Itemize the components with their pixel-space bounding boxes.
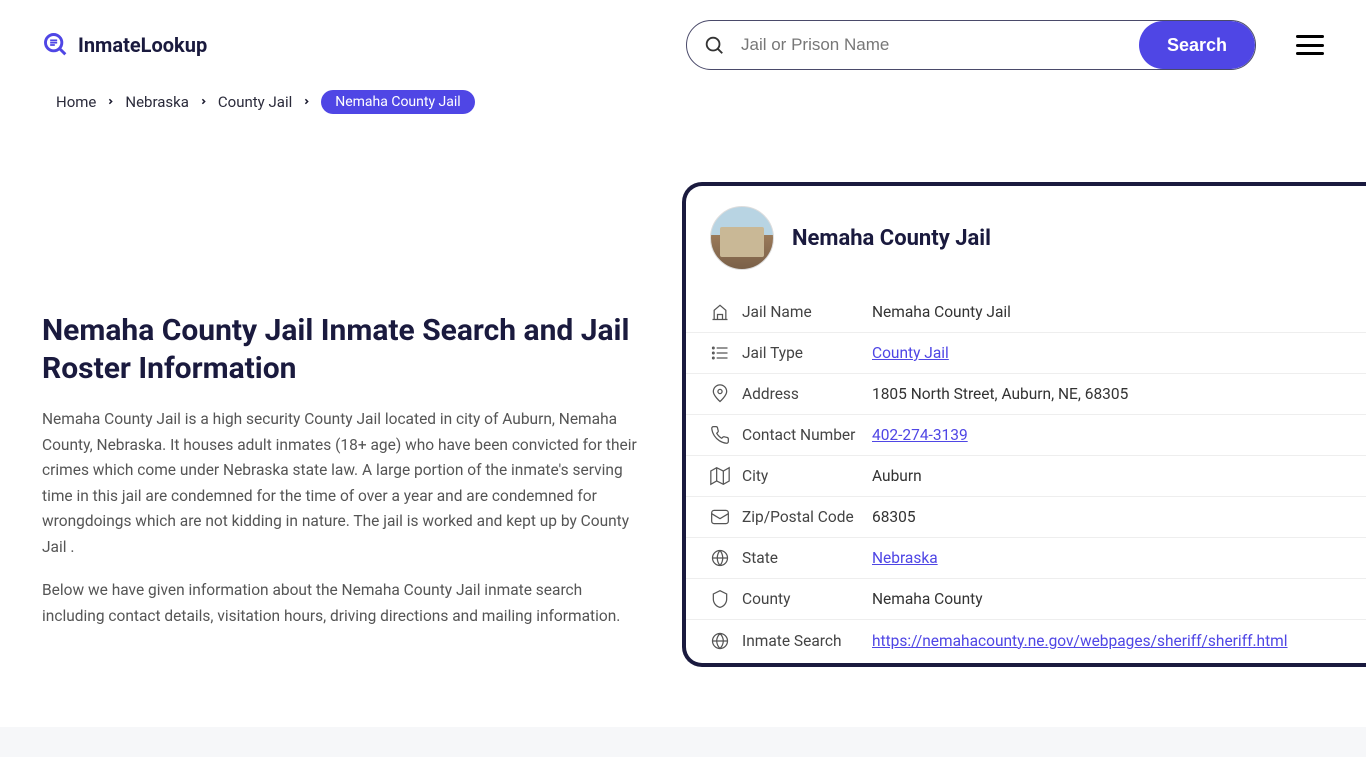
info-column: Nemaha County Jail Jail Name Nemaha Coun… xyxy=(682,182,1366,667)
page-title: Nemaha County Jail Inmate Search and Jai… xyxy=(42,312,642,387)
search-icon xyxy=(687,34,733,56)
row-jail-name: Jail Name Nemaha County Jail xyxy=(686,292,1366,333)
jail-avatar xyxy=(710,206,774,270)
globe-icon xyxy=(710,631,730,651)
row-jail-type: Jail Type County Jail xyxy=(686,333,1366,374)
chevron-right-icon xyxy=(302,95,311,109)
row-label: Address xyxy=(742,385,860,403)
row-county: County Nemaha County xyxy=(686,579,1366,620)
search-container: Search xyxy=(686,20,1256,70)
location-icon xyxy=(710,384,730,404)
logo[interactable]: InmateLookup xyxy=(42,31,207,59)
page-description-2: Below we have given information about th… xyxy=(42,578,642,629)
row-label: Contact Number xyxy=(742,426,860,444)
row-label: Inmate Search xyxy=(742,632,860,650)
row-state: State Nebraska xyxy=(686,538,1366,579)
brand-name: InmateLookup xyxy=(78,33,207,57)
search-button[interactable]: Search xyxy=(1139,21,1255,69)
jail-info-card: Nemaha County Jail Jail Name Nemaha Coun… xyxy=(682,182,1366,667)
row-value: Nemaha County xyxy=(872,590,983,608)
row-label: Zip/Postal Code xyxy=(742,508,860,526)
row-label: City xyxy=(742,467,860,485)
menu-button[interactable] xyxy=(1296,35,1324,55)
breadcrumb-link-nebraska[interactable]: Nebraska xyxy=(125,93,189,111)
row-city: City Auburn xyxy=(686,456,1366,497)
card-title: Nemaha County Jail xyxy=(792,226,991,251)
search-person-icon xyxy=(42,31,70,59)
row-value-link[interactable]: County Jail xyxy=(872,344,949,362)
card-header: Nemaha County Jail xyxy=(686,186,1366,292)
page-description-1: Nemaha County Jail is a high security Co… xyxy=(42,407,642,560)
row-value: Auburn xyxy=(872,467,922,485)
building-icon xyxy=(710,302,730,322)
breadcrumb-link-county-jail[interactable]: County Jail xyxy=(218,93,292,111)
list-icon xyxy=(710,343,730,363)
row-address: Address 1805 North Street, Auburn, NE, 6… xyxy=(686,374,1366,415)
breadcrumb-link-home[interactable]: Home xyxy=(56,93,96,111)
chevron-right-icon xyxy=(106,95,115,109)
footer-spacer xyxy=(0,727,1366,757)
row-value: Nemaha County Jail xyxy=(872,303,1011,321)
row-label: State xyxy=(742,549,860,567)
row-label: Jail Name xyxy=(742,303,860,321)
row-value-link[interactable]: https://nemahacounty.ne.gov/webpages/she… xyxy=(872,632,1288,650)
row-zip: Zip/Postal Code 68305 xyxy=(686,497,1366,538)
globe-icon xyxy=(710,548,730,568)
phone-icon xyxy=(710,425,730,445)
row-value-link[interactable]: Nebraska xyxy=(872,549,938,567)
main: Nemaha County Jail Inmate Search and Jai… xyxy=(0,122,1366,727)
breadcrumb: Home Nebraska County Jail Nemaha County … xyxy=(0,90,1366,122)
shield-icon xyxy=(710,589,730,609)
search-input[interactable] xyxy=(733,35,1139,55)
content-column: Nemaha County Jail Inmate Search and Jai… xyxy=(42,182,642,667)
row-label: County xyxy=(742,590,860,608)
header-right: Search xyxy=(686,20,1324,70)
row-contact: Contact Number 402-274-3139 xyxy=(686,415,1366,456)
row-inmate-search: Inmate Search https://nemahacounty.ne.go… xyxy=(686,620,1366,661)
breadcrumb-current: Nemaha County Jail xyxy=(321,90,474,114)
row-value: 1805 North Street, Auburn, NE, 68305 xyxy=(872,385,1128,403)
row-value: 68305 xyxy=(872,508,916,526)
row-value-link[interactable]: 402-274-3139 xyxy=(872,426,968,444)
chevron-right-icon xyxy=(199,95,208,109)
mail-icon xyxy=(710,507,730,527)
row-label: Jail Type xyxy=(742,344,860,362)
map-icon xyxy=(710,466,730,486)
header: InmateLookup Search xyxy=(0,0,1366,90)
